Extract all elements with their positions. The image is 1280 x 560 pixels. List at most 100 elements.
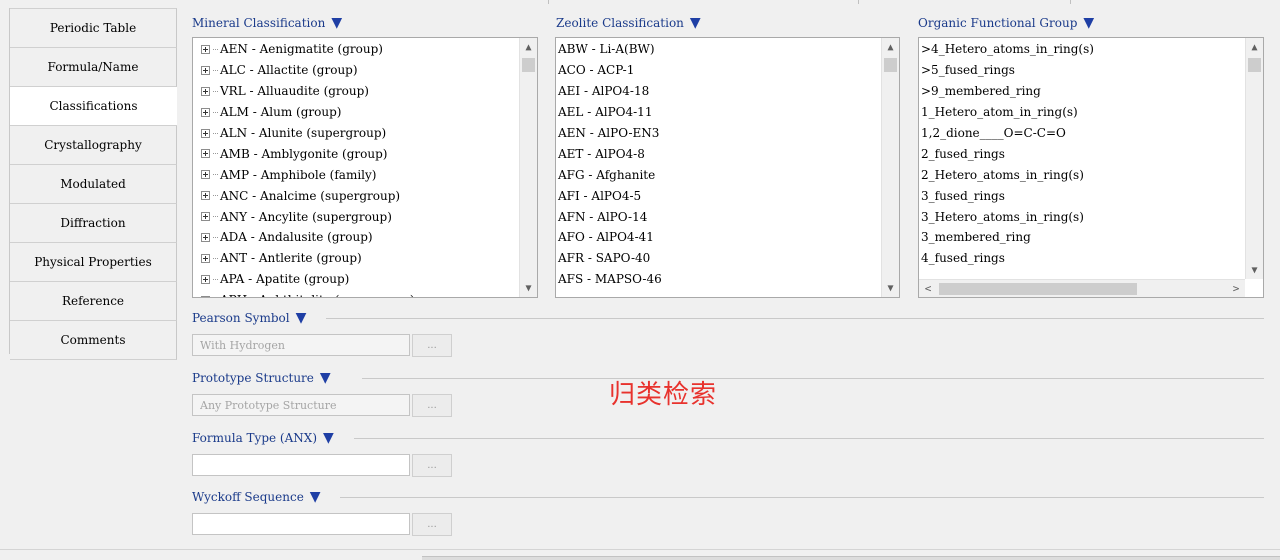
triangle-down-icon[interactable]: ▼	[331, 16, 342, 30]
wyckoff-sequence-input[interactable]	[192, 513, 410, 535]
chevron-down-icon[interactable]: ▼	[1246, 261, 1263, 279]
list-item[interactable]: AFR - SAPO-40	[556, 248, 881, 269]
zeolite-classification-header[interactable]: Zeolite Classification ▼	[556, 16, 701, 30]
chevron-up-icon[interactable]: ▲	[520, 38, 537, 56]
list-item[interactable]: APH - Aphthitalite (supergroup)	[193, 290, 519, 297]
list-item[interactable]: AEN - AlPO-EN3	[556, 123, 881, 144]
scrollbar-thumb[interactable]	[1248, 58, 1261, 72]
list-item[interactable]: 2_fused_rings	[919, 143, 1245, 164]
list-item[interactable]: AEN - Aenigmatite (group)	[193, 39, 519, 60]
list-item[interactable]: 3_Hetero_atoms_in_ring(s)	[919, 206, 1245, 227]
zeolite-classification-list[interactable]: ABW - Li-A(BW) ACO - ACP-1 AEI - AlPO4-18 A…	[555, 37, 900, 298]
list-item[interactable]: AFO - AlPO4-41	[556, 227, 881, 248]
pearson-symbol-browse-button[interactable]: ...	[412, 334, 452, 357]
list-item[interactable]: 1,2_dione____O=C-C=O	[919, 123, 1245, 144]
tab-crystallography[interactable]: Crystallography	[10, 126, 177, 165]
list-item[interactable]: AFG - Afghanite	[556, 164, 881, 185]
plus-box-icon[interactable]	[201, 65, 210, 75]
plus-box-icon[interactable]	[201, 107, 210, 117]
plus-box-icon[interactable]	[201, 295, 210, 297]
triangle-down-icon[interactable]: ▼	[1083, 16, 1094, 30]
prototype-structure-header[interactable]: Prototype Structure ▼	[192, 371, 331, 385]
list-item[interactable]: ADA - Andalusite (group)	[193, 227, 519, 248]
pearson-symbol-input[interactable]	[192, 334, 410, 356]
triangle-down-icon[interactable]: ▼	[690, 16, 701, 30]
list-item[interactable]: 3_membered_ring	[919, 227, 1245, 248]
tab-formula-name[interactable]: Formula/Name	[10, 48, 177, 87]
list-item[interactable]: ALC - Allactite (group)	[193, 60, 519, 81]
list-item[interactable]: >9_membered_ring	[919, 81, 1245, 102]
triangle-down-icon[interactable]: ▼	[296, 311, 307, 325]
tab-periodic-table[interactable]: Periodic Table	[10, 8, 177, 48]
triangle-down-icon[interactable]: ▼	[323, 431, 334, 445]
scrollbar-thumb[interactable]	[884, 58, 897, 72]
list-item[interactable]: AMP - Amphibole (family)	[193, 164, 519, 185]
plus-box-icon[interactable]	[201, 253, 210, 263]
list-item[interactable]: APA - Apatite (group)	[193, 269, 519, 290]
list-item[interactable]: ALN - Alunite (supergroup)	[193, 123, 519, 144]
list-item[interactable]: ANC - Analcime (supergroup)	[193, 185, 519, 206]
tree-connector	[213, 278, 218, 280]
triangle-down-icon[interactable]: ▼	[310, 490, 321, 504]
tab-classifications[interactable]: Classifications	[10, 87, 177, 126]
chevron-down-icon[interactable]: ▼	[520, 279, 537, 297]
list-item[interactable]: ANT - Antlerite (group)	[193, 248, 519, 269]
prototype-structure-browse-button[interactable]: ...	[412, 394, 452, 417]
list-item[interactable]: AEL - AlPO4-11	[556, 102, 881, 123]
plus-box-icon[interactable]	[201, 212, 210, 222]
list-item[interactable]: ACO - ACP-1	[556, 60, 881, 81]
tab-physical-properties[interactable]: Physical Properties	[10, 243, 177, 282]
formula-type-header[interactable]: Formula Type (ANX) ▼	[192, 431, 334, 445]
plus-box-icon[interactable]	[201, 44, 210, 54]
plus-box-icon[interactable]	[201, 128, 210, 138]
plus-box-icon[interactable]	[201, 274, 210, 284]
mineral-classification-list[interactable]: AEN - Aenigmatite (group) ALC - Allactite…	[192, 37, 538, 298]
vertical-scrollbar[interactable]: ▲ ▼	[519, 38, 537, 297]
tab-comments[interactable]: Comments	[10, 321, 177, 360]
list-item[interactable]: AFN - AlPO-14	[556, 206, 881, 227]
tab-reference[interactable]: Reference	[10, 282, 177, 321]
list-item[interactable]: >4_Hetero_atoms_in_ring(s)	[919, 39, 1245, 60]
vertical-scrollbar[interactable]: ▲ ▼	[881, 38, 899, 297]
plus-box-icon[interactable]	[201, 232, 210, 242]
tab-modulated[interactable]: Modulated	[10, 165, 177, 204]
plus-box-icon[interactable]	[201, 149, 210, 159]
chevron-up-icon[interactable]: ▲	[882, 38, 899, 56]
tab-diffraction[interactable]: Diffraction	[10, 204, 177, 243]
chevron-down-icon[interactable]: ▼	[882, 279, 899, 297]
prototype-structure-input[interactable]	[192, 394, 410, 416]
list-item[interactable]: AFI - AlPO4-5	[556, 185, 881, 206]
mineral-classification-header[interactable]: Mineral Classification ▼	[192, 16, 342, 30]
list-item[interactable]: AFS - MAPSO-46	[556, 269, 881, 290]
vertical-scrollbar[interactable]: ▲ ▼	[1245, 38, 1263, 279]
triangle-down-icon[interactable]: ▼	[320, 371, 331, 385]
scrollbar-thumb[interactable]	[522, 58, 535, 72]
pearson-symbol-header[interactable]: Pearson Symbol ▼	[192, 311, 306, 325]
wyckoff-sequence-browse-button[interactable]: ...	[412, 513, 452, 536]
chevron-up-icon[interactable]: ▲	[1246, 38, 1263, 56]
list-item[interactable]: AEI - AlPO4-18	[556, 81, 881, 102]
chevron-left-icon[interactable]: <	[919, 280, 937, 297]
list-item[interactable]: AET - AlPO4-8	[556, 143, 881, 164]
organic-functional-group-header[interactable]: Organic Functional Group ▼	[918, 16, 1094, 30]
plus-box-icon[interactable]	[201, 86, 210, 96]
list-item[interactable]: ALM - Alum (group)	[193, 102, 519, 123]
list-item[interactable]: >5_fused_rings	[919, 60, 1245, 81]
chevron-right-icon[interactable]: >	[1227, 280, 1245, 297]
list-item[interactable]: 1_Hetero_atom_in_ring(s)	[919, 102, 1245, 123]
plus-box-icon[interactable]	[201, 170, 210, 180]
scrollbar-thumb[interactable]	[939, 283, 1137, 295]
list-item[interactable]: 4_fused_rings	[919, 248, 1245, 269]
list-item[interactable]: 3_fused_rings	[919, 185, 1245, 206]
formula-type-browse-button[interactable]: ...	[412, 454, 452, 477]
organic-functional-group-list[interactable]: >4_Hetero_atoms_in_ring(s) >5_fused_rings…	[918, 37, 1264, 298]
formula-type-input[interactable]	[192, 454, 410, 476]
list-item[interactable]: 2_Hetero_atoms_in_ring(s)	[919, 164, 1245, 185]
list-item[interactable]: ANY - Ancylite (supergroup)	[193, 206, 519, 227]
list-item[interactable]: ABW - Li-A(BW)	[556, 39, 881, 60]
plus-box-icon[interactable]	[201, 191, 210, 201]
list-item[interactable]: AMB - Amblygonite (group)	[193, 143, 519, 164]
list-item[interactable]: VRL - Alluaudite (group)	[193, 81, 519, 102]
wyckoff-sequence-header[interactable]: Wyckoff Sequence ▼	[192, 490, 321, 504]
horizontal-scrollbar[interactable]: < >	[919, 279, 1245, 297]
